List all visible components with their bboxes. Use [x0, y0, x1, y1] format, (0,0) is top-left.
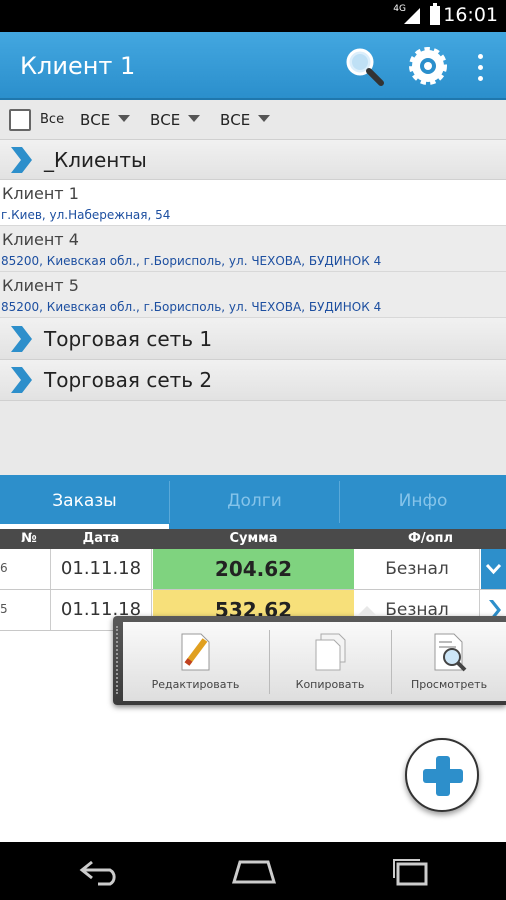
- copy-label: Копировать: [295, 678, 365, 691]
- order-payment: Безнал: [355, 549, 480, 589]
- group-label: Торговая сеть 1: [44, 327, 213, 351]
- list-item[interactable]: Клиент 4 85200, Киевская обл., г.Бориспо…: [0, 226, 506, 272]
- chevron-right-icon: [11, 367, 32, 393]
- select-all-checkbox[interactable]: [9, 109, 31, 131]
- settings-icon[interactable]: [406, 44, 450, 88]
- tab-orders[interactable]: Заказы: [0, 475, 169, 529]
- list-item[interactable]: Клиент 1 г.Киев, ул.Набережная, 54: [0, 180, 506, 226]
- filter-dropdown-1[interactable]: ВСЕ: [80, 111, 131, 129]
- home-icon[interactable]: [230, 856, 278, 886]
- list-group-trade-network-1[interactable]: Торговая сеть 1: [0, 318, 506, 360]
- edit-label: Редактировать: [151, 678, 240, 691]
- group-label: Торговая сеть 2: [44, 368, 213, 392]
- select-all-label: Все: [40, 112, 65, 127]
- view-button[interactable]: Просмотреть: [392, 622, 506, 701]
- list-group-clients[interactable]: _Клиенты: [0, 140, 506, 180]
- chevron-down-icon[interactable]: [481, 549, 506, 589]
- order-date: 01.11.18: [50, 549, 152, 589]
- header-num: №: [21, 531, 37, 546]
- status-bar: 4G 16:01: [0, 0, 506, 32]
- copy-document-icon: [315, 633, 346, 671]
- signal-icon: [404, 8, 420, 24]
- add-icon: [423, 756, 463, 796]
- copy-button[interactable]: Копировать: [270, 622, 390, 701]
- client-address: 85200, Киевская обл., г.Борисполь, ул. Ч…: [1, 300, 382, 314]
- context-popup: Редактировать Копировать Просмотреть: [113, 606, 506, 705]
- tab-debts[interactable]: Долги: [170, 475, 339, 529]
- overflow-menu-icon[interactable]: [470, 44, 490, 88]
- action-bar: Клиент 1: [0, 32, 506, 100]
- page-title: Клиент 1: [20, 52, 136, 80]
- back-icon[interactable]: [78, 856, 122, 886]
- order-number: 6: [0, 561, 8, 575]
- table-row[interactable]: 6 01.11.18 204.62 Безнал: [0, 549, 506, 590]
- list-group-trade-network-2[interactable]: Торговая сеть 2: [0, 360, 506, 401]
- filter-bar: Все ВСЕ ВСЕ ВСЕ: [0, 100, 506, 140]
- header-date: Дата: [82, 531, 120, 546]
- chevron-down-icon: [188, 115, 201, 122]
- chevron-right-icon: [11, 147, 32, 173]
- client-name: Клиент 4: [2, 230, 79, 249]
- list-item[interactable]: Клиент 5 85200, Киевская обл., г.Бориспо…: [0, 272, 506, 318]
- view-label: Просмотреть: [410, 678, 488, 691]
- chevron-down-icon: [258, 115, 271, 122]
- chevron-down-icon: [118, 115, 131, 122]
- drag-handle[interactable]: [116, 626, 122, 694]
- client-address: г.Киев, ул.Набережная, 54: [1, 208, 171, 222]
- order-number: 5: [0, 602, 8, 616]
- filter-dropdown-3[interactable]: ВСЕ: [220, 111, 271, 129]
- clock: 16:01: [443, 4, 498, 26]
- edit-document-icon: [181, 633, 210, 671]
- order-sum: 204.62: [153, 549, 354, 589]
- client-address: 85200, Киевская обл., г.Борисполь, ул. Ч…: [1, 254, 382, 268]
- navigation-bar: [0, 842, 506, 900]
- view-document-icon: [434, 633, 467, 672]
- header-payment: Ф/опл: [407, 531, 454, 546]
- orders-table-header: № Дата Сумма Ф/опл: [0, 529, 506, 549]
- tab-bar: Заказы Долги Инфо: [0, 475, 506, 529]
- tab-info[interactable]: Инфо: [340, 475, 506, 529]
- chevron-right-icon: [11, 326, 32, 352]
- header-sum: Сумма: [229, 531, 278, 546]
- client-name: Клиент 5: [2, 276, 79, 295]
- client-name: Клиент 1: [2, 184, 79, 203]
- list-empty-area: [0, 401, 506, 475]
- filter-dropdown-2[interactable]: ВСЕ: [150, 111, 201, 129]
- recent-apps-icon[interactable]: [388, 856, 432, 886]
- add-button[interactable]: [405, 738, 479, 812]
- search-icon[interactable]: [342, 44, 386, 88]
- battery-icon: [430, 3, 440, 25]
- edit-button[interactable]: Редактировать: [123, 622, 268, 701]
- group-label: _Клиенты: [44, 148, 147, 172]
